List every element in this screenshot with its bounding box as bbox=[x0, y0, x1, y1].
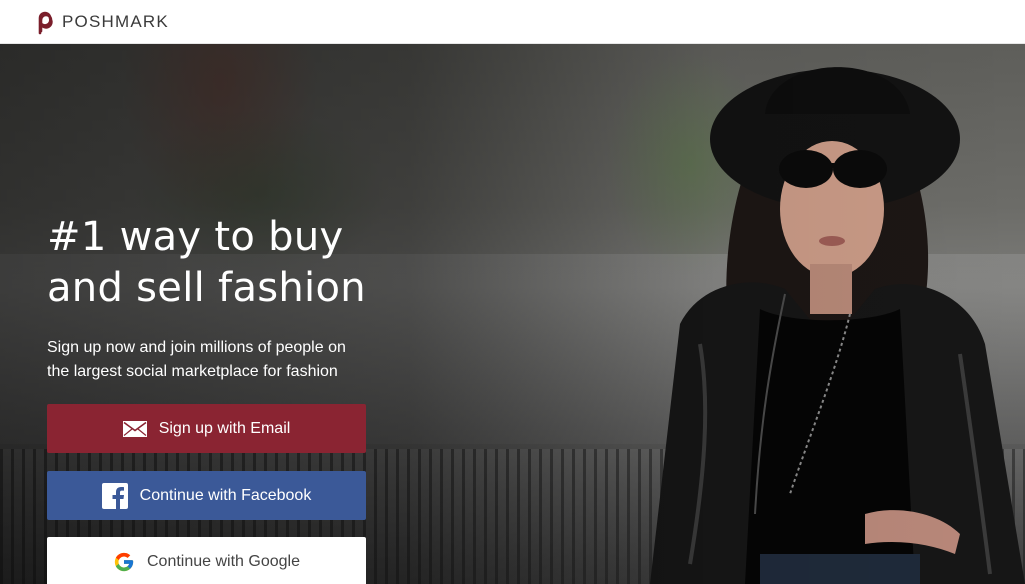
hero-headline-line: and sell fashion bbox=[47, 265, 366, 311]
continue-with-facebook-label: Continue with Facebook bbox=[139, 486, 312, 504]
hero-subtext-line: Sign up now and join millions of people … bbox=[47, 339, 346, 356]
sign-up-with-email-label: Sign up with Email bbox=[158, 419, 291, 437]
continue-with-google-button[interactable]: Continue with Google bbox=[47, 537, 366, 584]
envelope-icon bbox=[122, 420, 147, 437]
sign-up-with-email-button[interactable]: Sign up with Email bbox=[47, 404, 366, 453]
hero-section: #1 way to buy and sell fashion Sign up n… bbox=[0, 44, 1025, 584]
hero-headline: #1 way to buy and sell fashion bbox=[47, 212, 407, 314]
facebook-icon bbox=[101, 482, 128, 509]
poshmark-logo-icon bbox=[38, 11, 53, 34]
hero-headline-line: #1 way to buy bbox=[47, 214, 344, 260]
hero-subtext-line: the largest social marketplace for fashi… bbox=[47, 363, 338, 380]
continue-with-facebook-button[interactable]: Continue with Facebook bbox=[47, 471, 366, 520]
brand-name: POSHMARK bbox=[62, 11, 169, 31]
hero-subtext: Sign up now and join millions of people … bbox=[47, 336, 377, 384]
top-bar: POSHMARK bbox=[0, 0, 1025, 44]
poshmark-logo[interactable]: POSHMARK bbox=[34, 9, 169, 35]
continue-with-google-label: Continue with Google bbox=[147, 552, 300, 570]
google-icon bbox=[113, 551, 135, 573]
